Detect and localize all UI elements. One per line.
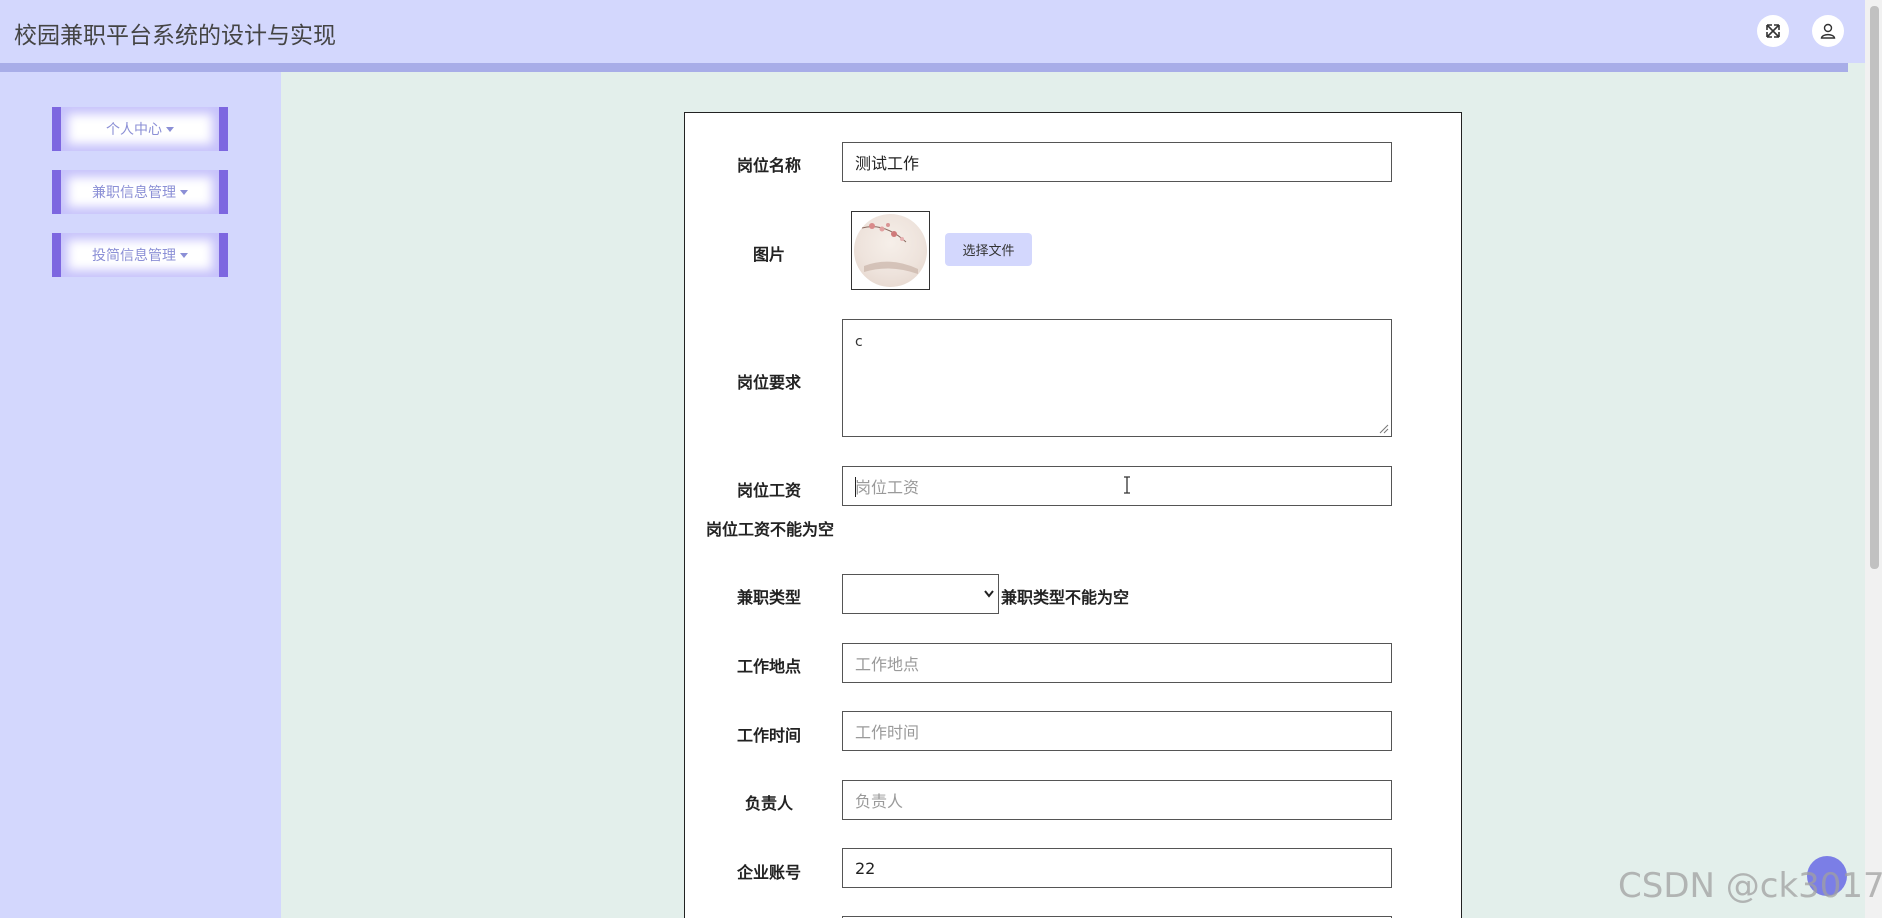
sidebar-item-resume-management[interactable]: 投简信息管理 [52,233,228,277]
job-form: 岗位名称 测试工作 图片 选择文件 岗位要求 c 岗位工资 岗位工资 岗位工资不… [684,112,1462,918]
work-time-input[interactable]: 工作时间 [842,711,1392,751]
choose-file-button[interactable]: 选择文件 [945,233,1032,266]
location-input[interactable]: 工作地点 [842,643,1392,683]
sidebar: 个人中心 兼职信息管理 投简信息管理 [0,72,281,918]
image-thumbnail [854,214,927,287]
sidebar-item-personal-center[interactable]: 个人中心 [52,107,228,151]
job-type-label: 兼职类型 [736,588,801,607]
company-account-label: 企业账号 [736,863,801,882]
requirements-textarea[interactable]: c [842,319,1392,437]
sidebar-item-label: 投简信息管理 [92,248,176,264]
job-name-input[interactable]: 测试工作 [842,142,1392,182]
salary-placeholder: 岗位工资 [855,478,920,497]
work-time-label: 工作时间 [736,726,801,745]
watermark: CSDN @ck3017 [1618,866,1882,906]
location-label: 工作地点 [736,657,801,676]
caret-down-icon [180,252,188,258]
salary-error: 岗位工资不能为空 [706,520,835,539]
caret-down-icon [166,126,174,132]
sidebar-item-label: 兼职信息管理 [92,185,176,201]
user-button[interactable] [1812,15,1844,47]
page-scrollbar[interactable] [1865,0,1882,918]
fullscreen-button[interactable] [1757,15,1789,47]
image-preview [851,211,930,290]
requirements-text: c [855,334,863,350]
sidebar-item-job-info-management[interactable]: 兼职信息管理 [52,170,228,214]
manager-label: 负责人 [744,794,793,813]
job-name-label: 岗位名称 [736,156,801,175]
chevron-down-icon [984,590,994,598]
caret-down-icon [180,189,188,195]
job-type-select[interactable] [842,574,999,614]
ibeam-cursor-icon [1124,476,1130,494]
sidebar-item-label: 个人中心 [106,122,162,138]
manager-input[interactable]: 负责人 [842,780,1392,820]
expand-arrows-icon [1766,24,1780,38]
company-account-input[interactable]: 22 [842,848,1392,888]
app-title: 校园兼职平台系统的设计与实现 [14,23,336,49]
job-type-error: 兼职类型不能为空 [1001,588,1130,607]
salary-input[interactable]: 岗位工资 [842,466,1392,506]
user-icon [1820,23,1836,39]
text-cursor [855,477,856,497]
scrollbar-thumb[interactable] [1870,6,1879,569]
resize-handle-icon[interactable] [1379,424,1389,434]
image-label: 图片 [752,245,785,264]
salary-label: 岗位工资 [736,481,801,500]
requirements-label: 岗位要求 [736,373,801,392]
top-header: 校园兼职平台系统的设计与实现 [0,0,1865,63]
header-divider [0,63,1848,72]
